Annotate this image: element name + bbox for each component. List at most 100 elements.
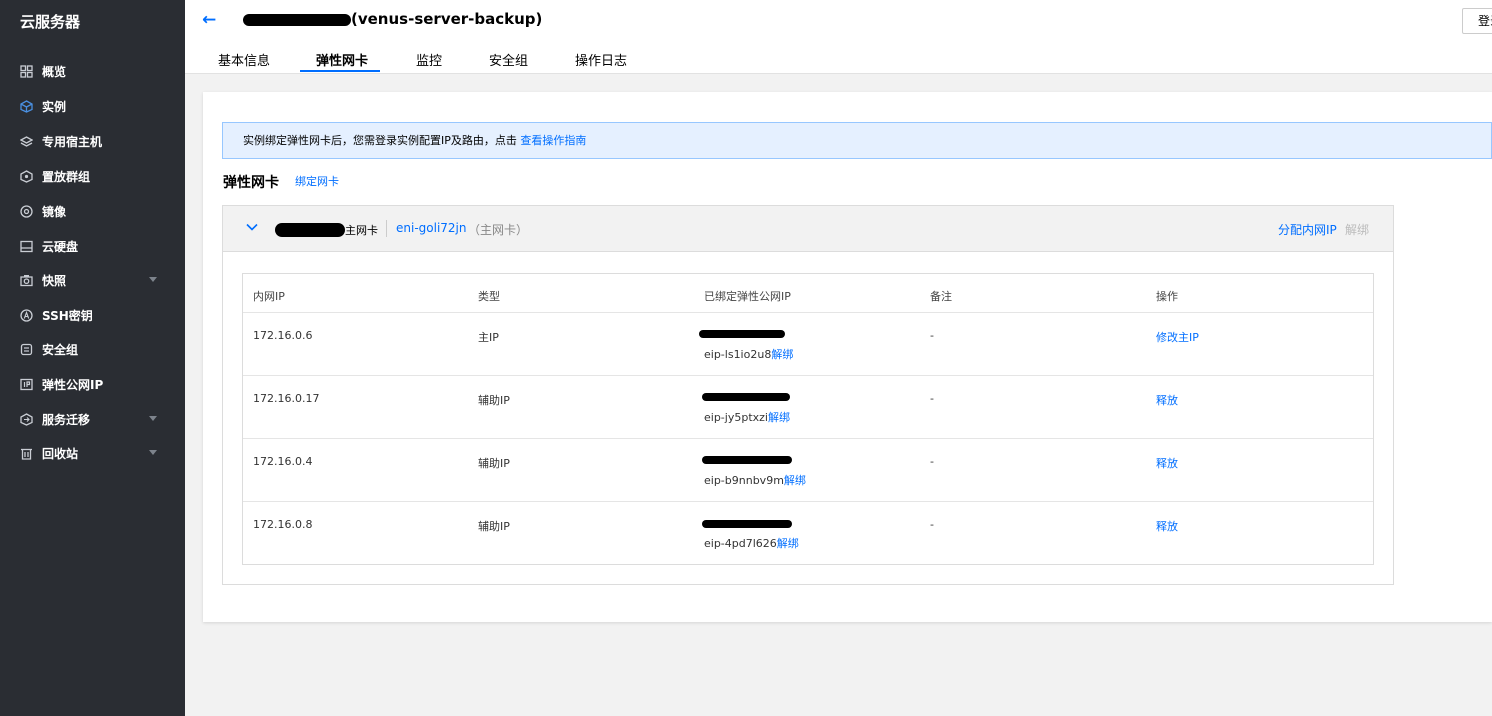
tab-monitoring[interactable]: 监控 — [416, 50, 442, 69]
sidebar-item-cloud-disk[interactable]: 云硬盘 — [0, 229, 185, 263]
disk-icon — [20, 240, 33, 253]
unbind-eip-link[interactable]: 解绑 — [777, 537, 799, 550]
sidebar-item-eip[interactable]: 弹性公网IP — [0, 367, 185, 401]
sidebar-item-label: 快照 — [42, 273, 67, 288]
cell-private-ip: 172.16.0.8 — [253, 518, 313, 531]
redacted-public-ip — [699, 330, 785, 338]
unbind-eip-link[interactable]: 解绑 — [768, 411, 790, 424]
sidebar-item-placement-group[interactable]: 置放群组 — [0, 159, 185, 193]
page-title: (venus-server-backup) — [351, 10, 543, 28]
release-ip-link[interactable]: 释放 — [1156, 455, 1178, 471]
ip-icon — [20, 378, 33, 391]
redacted-public-ip — [702, 520, 792, 528]
sidebar-item-migration[interactable]: 服务迁移 — [0, 402, 185, 436]
allocate-private-ip-button[interactable]: 分配内网IP — [1278, 221, 1337, 238]
unbind-nic-button: 解绑 — [1345, 223, 1370, 237]
disc-icon — [20, 204, 33, 218]
sidebar-item-label: SSH密钥 — [42, 308, 93, 323]
content-card: 实例绑定弹性网卡后，您需登录实例配置IP及路由，点击 查看操作指南 弹性网卡 绑… — [203, 92, 1492, 622]
sidebar-item-label: 专用宿主机 — [42, 134, 103, 149]
column-header-private-ip: 内网IP — [253, 290, 285, 303]
tab-elastic-nic[interactable]: 弹性网卡 — [316, 50, 368, 69]
sidebar: 云服务器 概览 实例 专用宿主机 置放群组 镜像 云硬盘 快照 SSH密钥 安全… — [0, 0, 185, 716]
tab-security-group[interactable]: 安全组 — [489, 50, 528, 69]
divider — [386, 220, 387, 237]
sidebar-item-images[interactable]: 镜像 — [0, 194, 185, 228]
sidebar-item-label: 服务迁移 — [42, 412, 91, 427]
eni-panel: 主网卡 eni-goli72jn （主网卡） 分配内网IP 解绑 内网IP 类型… — [222, 205, 1394, 585]
tab-operation-log[interactable]: 操作日志 — [575, 50, 627, 69]
release-ip-link[interactable]: 释放 — [1156, 518, 1178, 534]
sidebar-item-label: 安全组 — [42, 342, 79, 357]
sidebar-item-snapshot[interactable]: 快照 — [0, 263, 185, 297]
sidebar-item-label: 弹性公网IP — [42, 377, 104, 392]
eni-header: 主网卡 eni-goli72jn （主网卡） 分配内网IP 解绑 — [223, 206, 1393, 252]
info-notice: 实例绑定弹性网卡后，您需登录实例配置IP及路由，点击 查看操作指南 — [222, 122, 1492, 159]
section-title: 弹性网卡 — [223, 175, 279, 191]
sidebar-item-recycle-bin[interactable]: 回收站 — [0, 436, 185, 470]
eni-type-label: （主网卡） — [468, 223, 529, 237]
cell-eip-id: eip-4pd7l626解绑 — [704, 535, 799, 551]
group-icon — [20, 169, 33, 183]
cell-note: - — [930, 392, 934, 405]
sidebar-title: 云服务器 — [20, 13, 81, 31]
primary-nic-tag: 主网卡 — [345, 224, 378, 237]
cell-type: 辅助IP — [478, 457, 510, 470]
eni-id-link[interactable]: eni-goli72jn — [396, 221, 467, 235]
chevron-down-icon[interactable] — [245, 220, 259, 234]
column-header-type: 类型 — [478, 290, 500, 303]
active-tab-indicator — [300, 70, 380, 72]
cell-eip-id: eip-b9nnbv9m解绑 — [704, 472, 806, 488]
host-icon — [20, 135, 33, 148]
sidebar-item-dedicated-host[interactable]: 专用宿主机 — [0, 124, 185, 158]
cell-note: - — [930, 518, 934, 531]
release-ip-link[interactable]: 释放 — [1156, 392, 1178, 408]
sidebar-item-label: 回收站 — [42, 446, 79, 461]
sidebar-item-label: 置放群组 — [42, 169, 91, 184]
notice-text: 实例绑定弹性网卡后，您需登录实例配置IP及路由，点击 — [243, 134, 521, 147]
divider — [243, 312, 1373, 313]
redacted-eni-name — [275, 223, 345, 237]
eip-id: eip-b9nnbv9m — [704, 474, 784, 487]
cell-eip-id: eip-ls1io2u8解绑 — [704, 346, 793, 362]
tab-basic-info[interactable]: 基本信息 — [218, 50, 270, 69]
divider — [243, 438, 1373, 439]
guide-link[interactable]: 查看操作指南 — [520, 134, 586, 147]
bind-nic-link[interactable]: 绑定网卡 — [295, 173, 339, 189]
modify-primary-ip-link[interactable]: 修改主IP — [1156, 329, 1199, 345]
sidebar-item-instances[interactable]: 实例 — [0, 89, 185, 123]
chevron-down-icon — [149, 450, 157, 455]
cell-note: - — [930, 329, 934, 342]
unbind-eip-link[interactable]: 解绑 — [784, 474, 806, 487]
sidebar-item-label: 实例 — [42, 99, 67, 114]
cell-private-ip: 172.16.0.17 — [253, 392, 320, 405]
unbind-eip-link[interactable]: 解绑 — [771, 348, 793, 361]
column-header-eip: 已绑定弹性公网IP — [704, 290, 791, 303]
redacted-instance-name — [243, 14, 351, 26]
redacted-public-ip — [702, 393, 790, 401]
divider — [243, 501, 1373, 502]
eip-id: eip-ls1io2u8 — [704, 348, 772, 361]
sidebar-item-security-group[interactable]: 安全组 — [0, 332, 185, 366]
sidebar-item-overview[interactable]: 概览 — [0, 54, 185, 88]
chevron-down-icon — [149, 416, 157, 421]
migrate-icon — [20, 412, 33, 426]
cell-note: - — [930, 455, 934, 468]
column-header-action: 操作 — [1156, 290, 1178, 303]
cell-type: 主IP — [478, 331, 499, 344]
cell-private-ip: 172.16.0.6 — [253, 329, 313, 342]
back-arrow-icon[interactable]: ← — [202, 10, 216, 30]
cell-type: 辅助IP — [478, 394, 510, 407]
column-header-note: 备注 — [930, 290, 952, 303]
grid-icon — [20, 64, 33, 78]
key-icon — [20, 308, 33, 322]
cell-eip-id: eip-jy5ptxzi解绑 — [704, 409, 790, 425]
cube-icon — [20, 99, 33, 113]
sidebar-item-ssh-key[interactable]: SSH密钥 — [0, 298, 185, 332]
login-button[interactable]: 登录 — [1462, 8, 1492, 34]
camera-icon — [20, 274, 33, 287]
shield-icon — [20, 343, 33, 356]
sidebar-item-label: 云硬盘 — [42, 239, 79, 254]
cell-private-ip: 172.16.0.4 — [253, 455, 313, 468]
sidebar-item-label: 概览 — [42, 64, 67, 79]
